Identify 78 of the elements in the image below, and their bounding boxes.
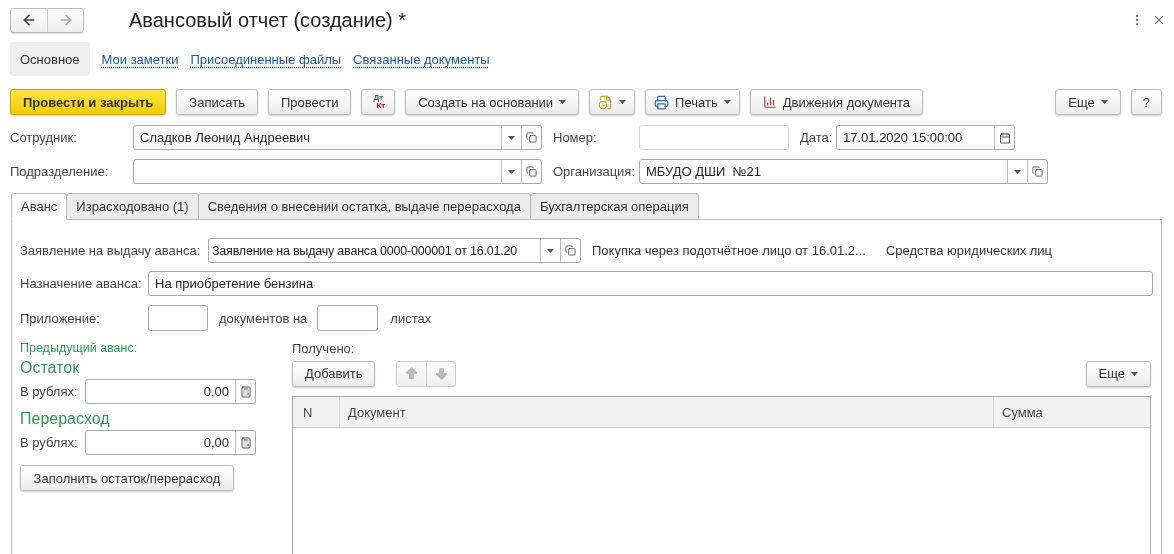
field-label: Организация: bbox=[553, 164, 637, 179]
caret-icon bbox=[1014, 169, 1021, 174]
menu-button[interactable] bbox=[589, 89, 636, 115]
post-and-close-button[interactable]: Провести и закрыть bbox=[10, 89, 167, 115]
open-icon bbox=[1032, 166, 1043, 177]
caret-icon bbox=[559, 100, 567, 104]
open-icon bbox=[526, 132, 537, 143]
up-arrow-icon bbox=[404, 366, 420, 381]
field-label: документов на bbox=[219, 310, 308, 326]
column-header: N bbox=[302, 403, 314, 422]
debit-credit-button[interactable]: Дт Кт bbox=[361, 89, 396, 115]
field-label: Номер: bbox=[553, 130, 598, 145]
input-field[interactable]: МБУДО ДШИ №21 bbox=[639, 159, 1048, 184]
field-label: Заявление на выдачу аванса: bbox=[20, 243, 202, 258]
caret-icon bbox=[508, 169, 515, 174]
field-label: Приложение: bbox=[20, 310, 101, 326]
tab[interactable]: Бухгалтерская операция bbox=[529, 193, 699, 220]
field-label: Получено: bbox=[292, 341, 356, 356]
calendar-icon bbox=[998, 131, 1011, 144]
caret-icon bbox=[1100, 100, 1108, 104]
info-text: Покупка через подотчётное лицо от 16.01.2... bbox=[592, 243, 866, 258]
print-button[interactable]: Печать bbox=[645, 89, 740, 115]
input-field[interactable] bbox=[317, 305, 379, 331]
menu-button[interactable]: Еще bbox=[1085, 360, 1151, 387]
document-clock-icon bbox=[598, 94, 614, 110]
close-button[interactable] bbox=[1152, 13, 1166, 27]
open-icon bbox=[526, 166, 537, 177]
left-arrow-icon bbox=[21, 12, 37, 28]
input-field[interactable] bbox=[133, 159, 542, 184]
column-header: Документ bbox=[339, 397, 993, 427]
open-icon bbox=[565, 245, 576, 256]
printer-icon bbox=[654, 94, 670, 110]
fill-balance-button[interactable]: Заполнить остаток/перерасход bbox=[20, 465, 234, 491]
input-field[interactable] bbox=[148, 305, 208, 331]
section-link[interactable]: Мои заметки bbox=[101, 42, 179, 76]
group-title: Остаток bbox=[20, 359, 81, 377]
toolbar-button[interactable]: Записать bbox=[176, 89, 258, 115]
field-label: Дата: bbox=[800, 130, 834, 145]
tab[interactable]: Израсходовано (1) bbox=[66, 193, 199, 220]
calculator-icon bbox=[239, 436, 252, 449]
input-field[interactable]: Сладков Леонид Андреевич bbox=[133, 125, 542, 150]
menu-button[interactable]: Еще bbox=[1055, 89, 1121, 115]
section-link[interactable]: Основное bbox=[10, 42, 90, 76]
input-field[interactable]: 17.01.2020 15:00:00 bbox=[836, 125, 1015, 150]
group-title: Перерасход bbox=[20, 410, 111, 428]
toolbar-button[interactable]: ? bbox=[1130, 89, 1162, 115]
input-field[interactable]: На приобретение бензина bbox=[148, 271, 1153, 296]
toolbar-button[interactable]: Провести bbox=[267, 89, 352, 115]
section-link[interactable]: Присоединенные файлы bbox=[190, 42, 342, 76]
caret-icon bbox=[723, 100, 731, 104]
info-text: Средства юридических лиц bbox=[885, 243, 1053, 258]
menu-button[interactable]: Создать на основании bbox=[405, 89, 580, 115]
window-title: Авансовый отчет (создание) * bbox=[129, 8, 408, 32]
down-arrow-icon bbox=[433, 366, 449, 381]
caret-icon bbox=[508, 135, 515, 140]
field-label: Подразделение: bbox=[10, 164, 110, 179]
calculator-icon bbox=[239, 385, 252, 398]
field-label: В рублях: bbox=[20, 435, 79, 450]
bar-chart-icon bbox=[762, 95, 777, 109]
close-icon bbox=[1152, 13, 1166, 27]
section-link[interactable]: Связанные документы bbox=[353, 42, 490, 76]
field-label: В рублях: bbox=[20, 384, 79, 399]
input-field[interactable]: 0,00 bbox=[85, 379, 256, 404]
field-label: Назначение аванса: bbox=[20, 276, 143, 291]
caret-icon bbox=[547, 248, 554, 253]
column-header: Сумма bbox=[993, 397, 1150, 427]
add-button[interactable]: Добавить bbox=[292, 360, 376, 387]
tab[interactable]: Аванс bbox=[11, 193, 68, 220]
document-movements-button[interactable]: Движения документа bbox=[749, 89, 924, 115]
section-title: Предыдущий аванс: bbox=[20, 341, 139, 355]
field-label: листах bbox=[390, 310, 432, 326]
input-field[interactable]: Заявление на выдачу аванса 0000-000001 от 16.01.20 bbox=[208, 238, 581, 263]
field-label: Сотрудник: bbox=[10, 130, 78, 145]
caret-icon bbox=[619, 100, 627, 104]
caret-icon bbox=[1131, 371, 1138, 376]
tab[interactable]: Сведения о внесении остатка, выдаче перерасхода bbox=[197, 193, 531, 220]
input-field[interactable] bbox=[639, 125, 789, 150]
input-field[interactable]: 0,00 bbox=[85, 430, 256, 455]
